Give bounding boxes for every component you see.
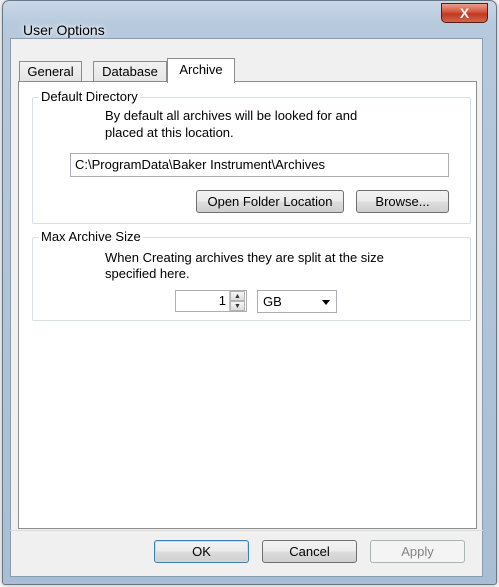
size-unit-select[interactable]: GB bbox=[257, 290, 337, 313]
archive-size-value: 1 bbox=[218, 293, 226, 308]
close-button[interactable]: X bbox=[441, 3, 488, 23]
spin-up-icon[interactable]: ▲ bbox=[230, 291, 245, 301]
default-directory-group: Default Directory By default all archive… bbox=[32, 89, 471, 224]
spin-down-icon[interactable]: ▼ bbox=[230, 301, 245, 311]
cancel-label: Cancel bbox=[289, 544, 330, 559]
archive-path-value: C:\ProgramData\Baker Instrument\Archives bbox=[75, 157, 325, 172]
default-directory-title: Default Directory bbox=[39, 89, 140, 104]
max-archive-size-title: Max Archive Size bbox=[39, 229, 143, 244]
default-directory-desc-line2: placed at this location. bbox=[105, 125, 234, 140]
max-archive-size-desc-line1: When Creating archives they are split at… bbox=[105, 250, 384, 265]
max-archive-size-desc-line2: specified here. bbox=[105, 266, 190, 281]
default-directory-desc-line1: By default all archives will be looked f… bbox=[105, 108, 358, 123]
apply-label: Apply bbox=[401, 544, 434, 559]
ok-button[interactable]: OK bbox=[154, 540, 249, 563]
footer-separator bbox=[10, 530, 483, 531]
ok-label: OK bbox=[192, 544, 211, 559]
tab-general[interactable]: General bbox=[19, 61, 82, 82]
chevron-down-icon bbox=[322, 300, 330, 305]
cancel-button[interactable]: Cancel bbox=[262, 540, 357, 563]
tab-archive[interactable]: Archive bbox=[167, 58, 235, 83]
max-archive-size-group: Max Archive Size When Creating archives … bbox=[32, 229, 471, 321]
browse-button[interactable]: Browse... bbox=[356, 190, 449, 213]
archive-path-field[interactable]: C:\ProgramData\Baker Instrument\Archives bbox=[70, 153, 449, 177]
tab-general-label: General bbox=[27, 64, 74, 79]
open-folder-location-label: Open Folder Location bbox=[207, 194, 333, 209]
archive-size-stepper[interactable]: 1 ▲ ▼ bbox=[175, 290, 247, 312]
tab-archive-label: Archive bbox=[179, 62, 223, 77]
title-bar[interactable]: User Options X bbox=[3, 1, 496, 39]
close-icon: X bbox=[459, 5, 470, 21]
tab-page-archive: Default Directory By default all archive… bbox=[18, 81, 477, 529]
browse-label: Browse... bbox=[375, 194, 430, 209]
size-unit-value: GB bbox=[263, 294, 282, 309]
apply-button[interactable]: Apply bbox=[370, 540, 465, 563]
window-title: User Options bbox=[23, 22, 105, 38]
tab-database-label: Database bbox=[102, 64, 158, 79]
tab-database[interactable]: Database bbox=[93, 61, 167, 82]
stepper-arrows: ▲ ▼ bbox=[229, 291, 246, 311]
open-folder-location-button[interactable]: Open Folder Location bbox=[196, 190, 344, 213]
